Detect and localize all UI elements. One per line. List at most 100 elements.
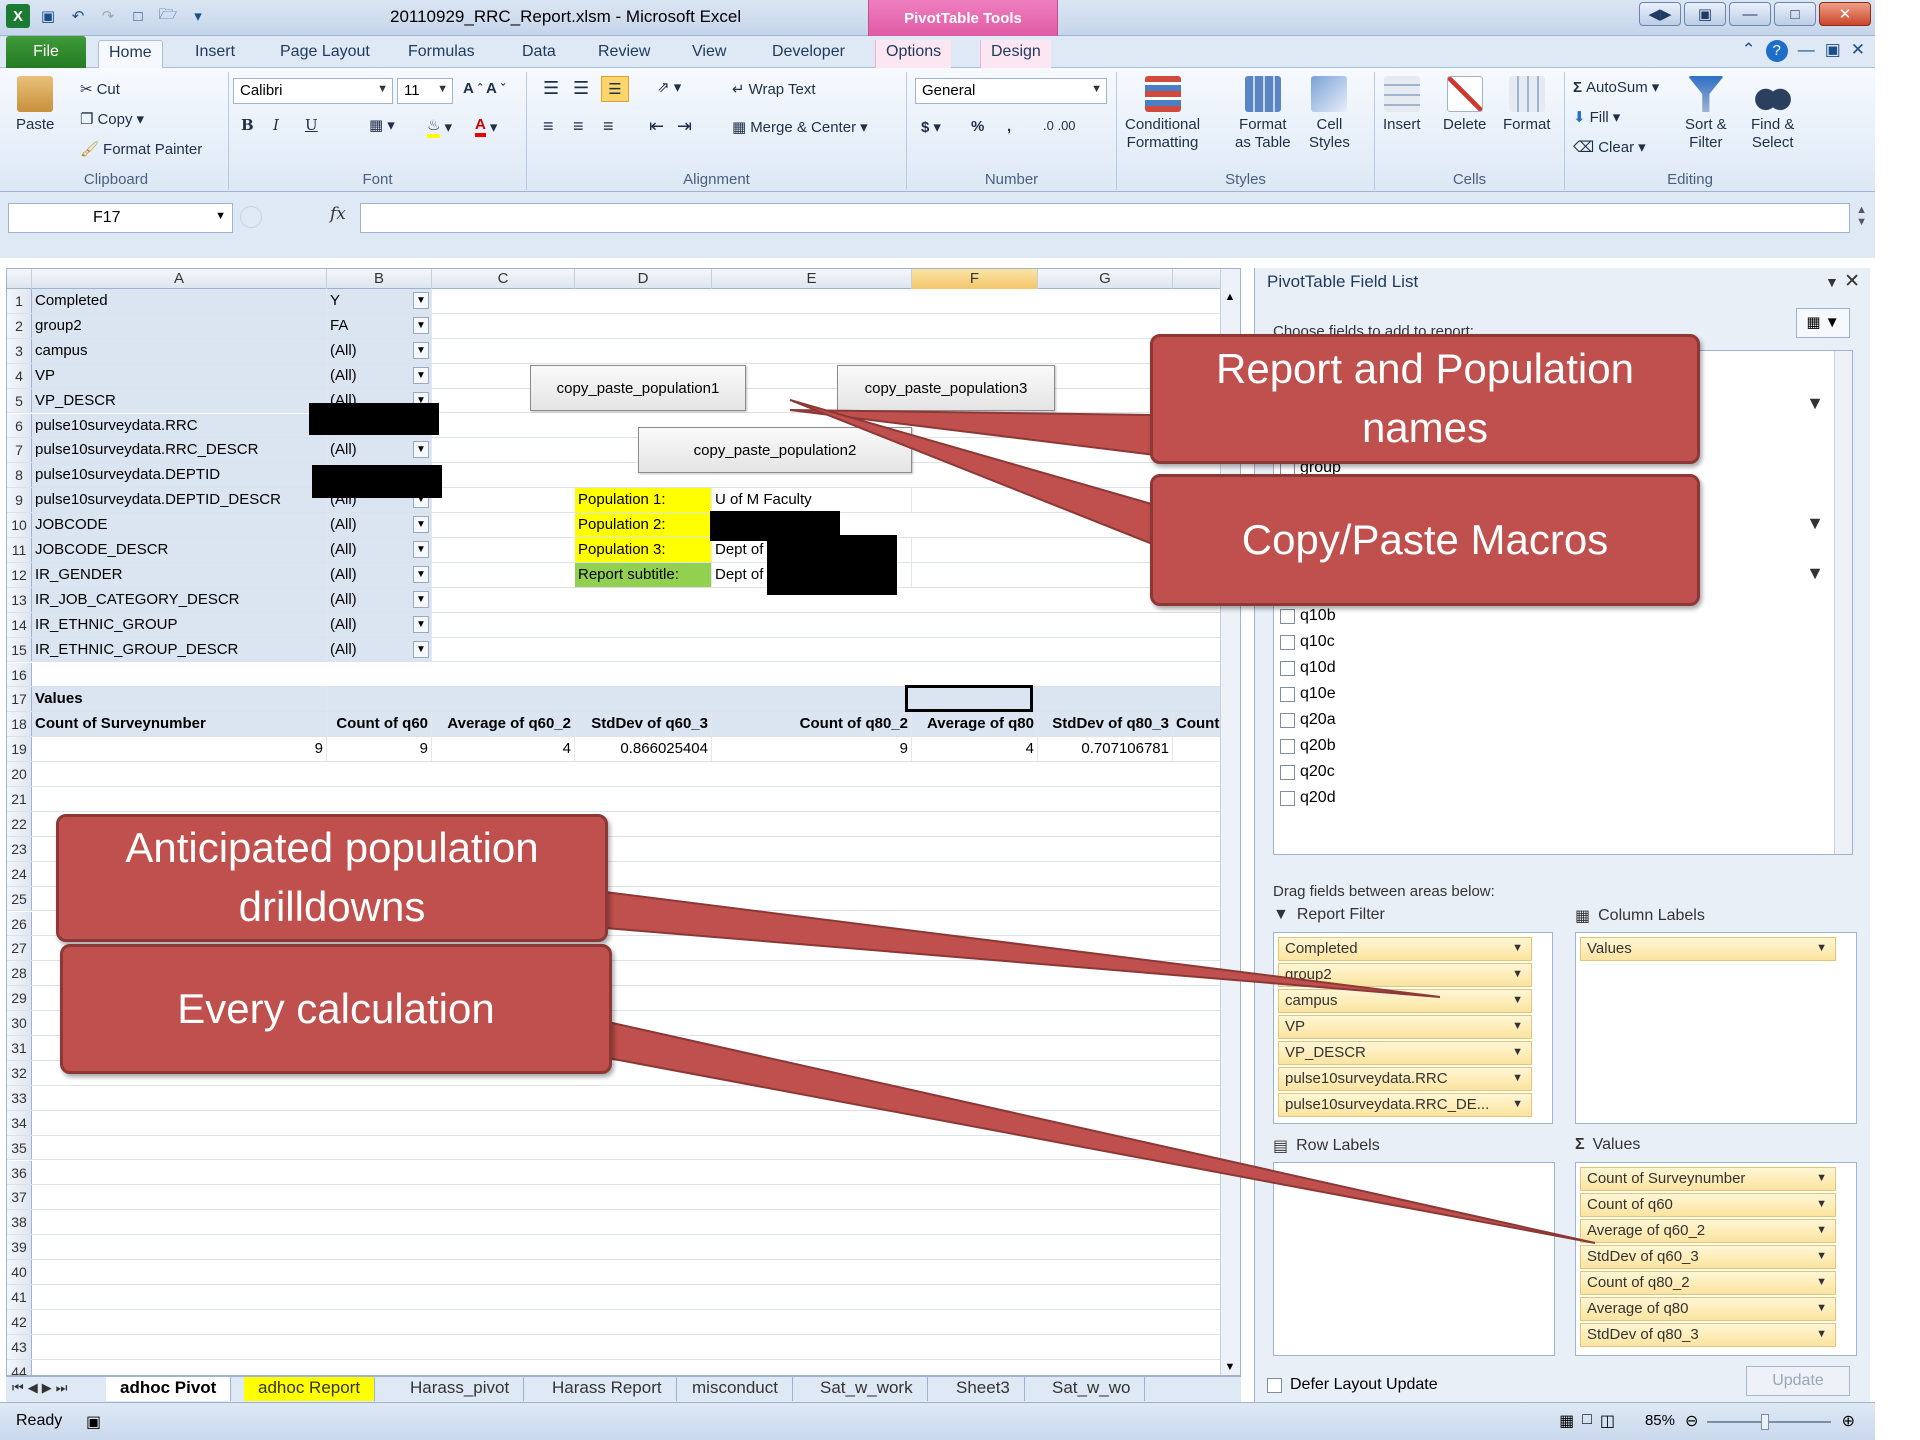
conditional-formatting-button[interactable]: Conditional Formatting (1125, 76, 1200, 152)
dropdown-arrow-icon[interactable]: ▼ (1816, 1328, 1827, 1340)
save-icon[interactable]: ▣ (36, 4, 60, 28)
values-pill[interactable]: StdDev of q80_3 ▼ (1580, 1323, 1836, 1347)
values-column-header[interactable]: Count of Surveynumber (32, 712, 327, 737)
sheet-tab[interactable]: Sheet3 (942, 1377, 1025, 1401)
row-header[interactable]: 43 (7, 1334, 32, 1359)
report-subtitle-label[interactable]: Report subtitle: (575, 562, 712, 587)
select-all-corner[interactable] (7, 269, 32, 289)
percent-button[interactable]: % (971, 118, 984, 135)
row-header[interactable]: 22 (7, 811, 32, 836)
page-layout-view-icon[interactable]: □ (1582, 1411, 1592, 1431)
dropdown-arrow-icon[interactable]: ▼ (1816, 942, 1827, 954)
fill-button[interactable]: ⬇ Fill ▾ (1573, 108, 1620, 127)
filter-field-name[interactable]: pulse10surveydata.RRC_DESCR (32, 438, 327, 463)
tab-view[interactable]: View (682, 40, 736, 68)
values-header[interactable]: Values (32, 687, 327, 712)
name-box-expander-icon[interactable] (240, 206, 262, 228)
dropdown-arrow-icon[interactable]: ▼ (1816, 1276, 1827, 1288)
col-header-f[interactable]: F (912, 269, 1038, 289)
tab-options[interactable]: Options (875, 40, 952, 68)
new-file-icon[interactable]: □ (126, 4, 150, 28)
report-filter-pill[interactable]: VP ▼ (1278, 1015, 1532, 1039)
report-filter-pill[interactable]: pulse10surveydata.RRC ▼ (1278, 1067, 1532, 1091)
row-header[interactable]: 26 (7, 911, 32, 936)
tab-page-layout[interactable]: Page Layout (270, 40, 380, 68)
dropdown-arrow-icon[interactable]: ▼ (413, 441, 429, 459)
field-item[interactable]: q20b (1280, 737, 1336, 755)
dropdown-arrow-icon[interactable]: ▼ (413, 541, 429, 558)
row-header[interactable]: 23 (7, 836, 32, 861)
zoom-level[interactable]: 85% (1645, 1412, 1675, 1429)
dropdown-arrow-icon[interactable]: ▼ (1512, 1046, 1523, 1058)
orientation-icon[interactable]: ⇗ ▾ (657, 78, 681, 96)
sheet-tab[interactable]: adhoc Pivot (106, 1377, 232, 1401)
filter-field-name[interactable]: campus (32, 338, 327, 363)
dropdown-arrow-icon[interactable]: ▼ (1512, 968, 1523, 980)
row-header[interactable]: 17 (7, 687, 32, 712)
font-family-combo[interactable]: Calibri ▼ (233, 78, 393, 104)
col-header-a[interactable]: A (32, 269, 327, 289)
row-header[interactable]: 11 (7, 538, 32, 562)
format-cells-button[interactable]: Format (1503, 76, 1551, 133)
field-item[interactable]: q10e (1280, 685, 1336, 703)
tab-insert[interactable]: Insert (185, 40, 245, 68)
row-header[interactable]: 36 (7, 1160, 32, 1185)
row-header[interactable]: 21 (7, 787, 32, 811)
workbook-minimize-icon[interactable]: — (1798, 40, 1815, 62)
row-header[interactable]: 1 (7, 289, 32, 313)
filter-active-icon[interactable]: ▼ (413, 292, 429, 309)
autosum-button[interactable]: Σ AutoSum ▾ (1573, 78, 1659, 97)
dropdown-arrow-icon[interactable]: ▼ (413, 615, 429, 633)
customize-qat-icon[interactable]: ▾ (186, 4, 210, 28)
fill-color-button[interactable]: ♨ ▾ (427, 116, 452, 138)
population1-label[interactable]: Population 1: (575, 488, 712, 513)
help-icon[interactable]: ? (1765, 40, 1788, 62)
filter-field-value[interactable]: (All) ▼ (327, 363, 432, 388)
switch-windows-button[interactable]: ◀▶ (1639, 2, 1681, 26)
values-pill[interactable]: Count of q60 ▼ (1580, 1193, 1836, 1217)
filter-field-value[interactable]: (All) ▼ (327, 612, 432, 637)
field-checkbox[interactable] (1280, 790, 1295, 806)
field-item[interactable]: q20c (1280, 763, 1335, 781)
row-header[interactable]: 24 (7, 861, 32, 886)
col-header-g[interactable]: G (1038, 269, 1173, 289)
cell-styles-button[interactable]: Cell Styles (1309, 76, 1350, 152)
tab-formulas[interactable]: Formulas (398, 40, 485, 68)
dropdown-arrow-icon[interactable]: ▼ (413, 516, 429, 534)
tab-data[interactable]: Data (512, 40, 566, 68)
filter-field-name[interactable]: group2 (32, 313, 327, 338)
copy-button[interactable]: ❐ Copy ▾ (80, 110, 144, 129)
sheet-tab[interactable]: Harass_pivot (396, 1377, 525, 1401)
values-data-cell[interactable]: 9 (712, 737, 912, 762)
dropdown-arrow-icon[interactable]: ▼ (1816, 1198, 1827, 1210)
row-header[interactable]: 33 (7, 1085, 32, 1110)
row-header[interactable]: 28 (7, 961, 32, 986)
column-label-pill[interactable]: Values ▼ (1580, 937, 1836, 961)
currency-button[interactable]: $ ▾ (921, 118, 941, 137)
report-filter-pill[interactable]: Completed ▼ (1278, 937, 1532, 961)
font-color-button[interactable]: A ▾ (475, 116, 497, 137)
field-checkbox[interactable] (1280, 764, 1295, 780)
workbook-close-icon[interactable]: ✕ (1851, 40, 1865, 62)
increase-indent-icon[interactable]: ⇥ (677, 116, 692, 137)
macro-record-icon[interactable]: ▣ (86, 1412, 101, 1432)
values-data-cell[interactable]: 9 (32, 737, 327, 762)
values-column-header[interactable]: Count of q80_2 (712, 712, 912, 737)
copy-paste-population1-button[interactable]: copy_paste_population1 (530, 365, 746, 411)
paste-button[interactable]: Paste (16, 76, 54, 133)
defer-layout-update[interactable]: Defer Layout Update (1267, 1376, 1438, 1394)
field-checkbox[interactable] (1280, 660, 1295, 676)
open-folder-icon[interactable]: 🗁 (156, 4, 180, 28)
delete-cells-button[interactable]: Delete (1443, 76, 1486, 133)
row-header[interactable]: 9 (7, 488, 32, 513)
tab-developer[interactable]: Developer (762, 40, 855, 68)
row-header[interactable]: 41 (7, 1285, 32, 1309)
clear-button[interactable]: ⌫ Clear ▾ (1573, 138, 1646, 157)
align-top-icon[interactable]: ☰ (543, 78, 559, 99)
workbook-restore-icon[interactable]: ▣ (1825, 40, 1841, 62)
filter-field-name[interactable]: pulse10surveydata.DEPTID (32, 463, 327, 488)
row-header[interactable]: 6 (7, 413, 32, 438)
col-header-e[interactable]: E (712, 269, 912, 289)
dropdown-arrow-icon[interactable]: ▼ (413, 640, 429, 658)
field-item[interactable]: q10b (1280, 607, 1336, 625)
